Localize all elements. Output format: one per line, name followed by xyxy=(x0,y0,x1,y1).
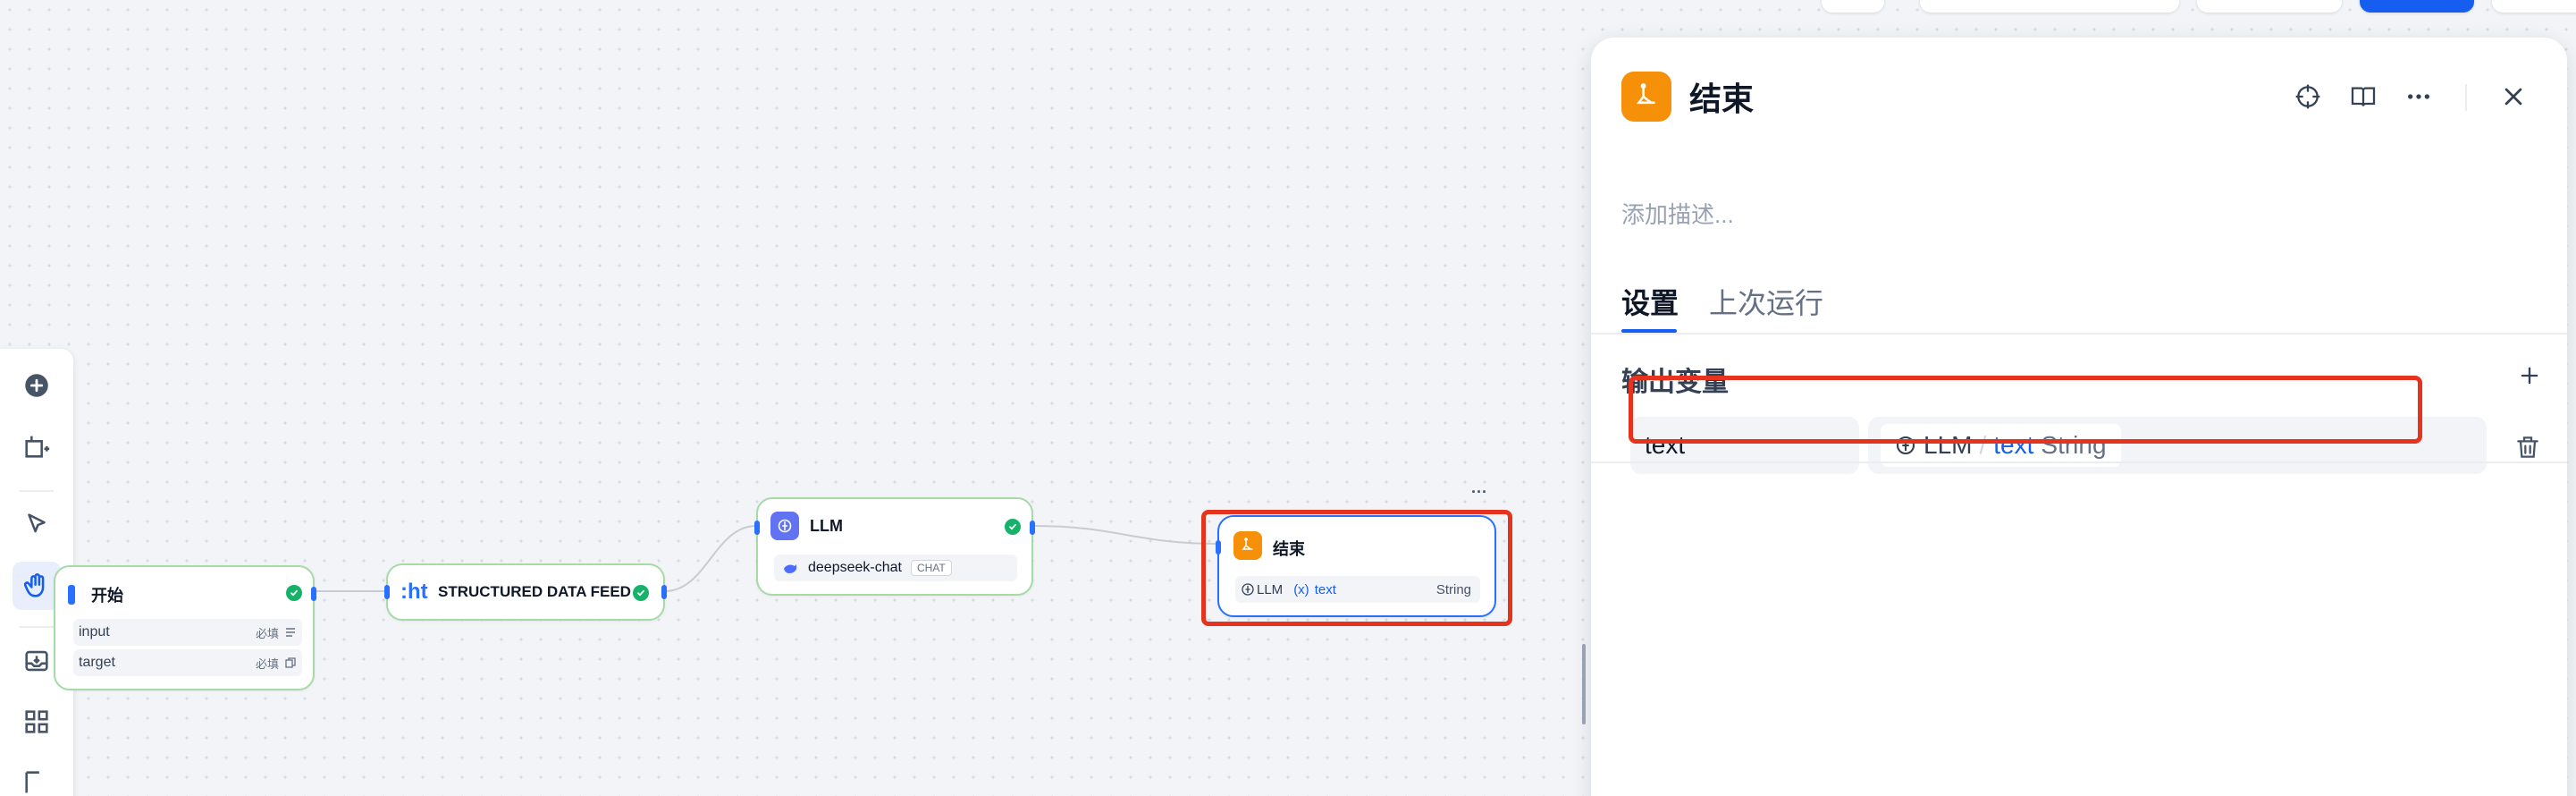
description-input[interactable]: 添加描述... xyxy=(1621,197,1734,230)
grid-icon xyxy=(25,710,48,733)
cursor-icon xyxy=(28,513,46,533)
add-node-button[interactable] xyxy=(13,361,61,410)
success-status-icon xyxy=(286,585,302,601)
organize-nodes-button[interactable] xyxy=(13,698,61,746)
docs-button[interactable] xyxy=(2344,77,2383,116)
minimap-button[interactable] xyxy=(13,758,61,796)
crosshair-icon xyxy=(2295,84,2320,109)
plus-icon xyxy=(2521,367,2538,385)
model-mode-badge: CHAT xyxy=(910,560,952,576)
edge-llm-end xyxy=(1032,525,1218,545)
tabs-divider xyxy=(1591,333,2567,334)
node-more-button[interactable]: ··· xyxy=(1471,483,1487,502)
variable-name: input xyxy=(79,624,110,639)
image-export-icon xyxy=(25,650,48,672)
start-variable-row: target 必填 xyxy=(73,649,302,676)
publish-button[interactable] xyxy=(2360,0,2474,13)
toolbar-divider xyxy=(2465,84,2467,111)
plus-circle-icon xyxy=(25,374,48,397)
add-note-button[interactable] xyxy=(13,422,61,470)
start-node-title: 开始 xyxy=(91,587,123,605)
toolbar-button[interactable] xyxy=(1920,0,2179,13)
text-lines-icon xyxy=(286,628,295,637)
feed-icon: :ht xyxy=(400,580,428,604)
palette-divider xyxy=(20,490,54,492)
panel-resize-handle[interactable] xyxy=(1582,644,1586,724)
panel-title: 结束 xyxy=(1689,80,1755,117)
toolbar-button[interactable] xyxy=(1822,0,1884,13)
llm-icon xyxy=(770,512,799,540)
required-label: 必填 xyxy=(255,656,279,671)
pointer-mode-button[interactable] xyxy=(13,501,61,549)
layout-icon xyxy=(25,771,39,793)
llm-node[interactable]: LLM deepseek-chat CHAT xyxy=(754,497,1035,596)
end-icon xyxy=(1621,72,1671,122)
palette-divider xyxy=(20,626,54,628)
edge-feed-llm xyxy=(664,525,757,592)
feed-node[interactable]: :ht STRUCTURED DATA FEED: xyxy=(384,563,667,621)
section-divider xyxy=(1591,462,2567,463)
llm-output-port[interactable] xyxy=(1030,521,1035,535)
model-row: deepseek-chat CHAT xyxy=(774,555,1017,581)
variable-name: target xyxy=(79,655,115,670)
output-variable-highlight xyxy=(1629,376,2422,444)
start-icon xyxy=(68,585,75,605)
close-icon xyxy=(2504,88,2522,106)
success-status-icon xyxy=(1005,519,1021,535)
success-status-icon xyxy=(633,585,649,601)
end-node-highlight xyxy=(1201,510,1512,626)
feed-node-title: STRUCTURED DATA FEED: xyxy=(438,583,631,600)
required-label: 必填 xyxy=(255,626,279,640)
note-add-icon xyxy=(25,436,50,458)
locate-node-button[interactable] xyxy=(2288,77,2328,116)
llm-input-port[interactable] xyxy=(754,521,760,535)
toolbar-button[interactable] xyxy=(2197,0,2342,13)
start-variable-row: input 必填 xyxy=(73,619,302,646)
copy-icon xyxy=(285,657,296,668)
hand-icon xyxy=(23,573,45,597)
start-output-port[interactable] xyxy=(311,587,316,601)
close-panel-button[interactable] xyxy=(2494,77,2533,116)
tab-settings[interactable]: 设置 xyxy=(1621,281,1679,322)
more-horizontal-icon xyxy=(2408,94,2429,99)
trash-icon xyxy=(2517,436,2538,458)
add-variable-button[interactable] xyxy=(2513,360,2546,392)
start-node[interactable]: 开始 input 必填 target 必填 xyxy=(54,565,316,690)
more-options-button[interactable] xyxy=(2399,77,2438,116)
llm-node-title: LLM xyxy=(810,517,843,535)
deepseek-whale-icon xyxy=(784,564,796,573)
tab-last-run[interactable]: 上次运行 xyxy=(1709,281,1823,322)
toolbar-button[interactable] xyxy=(2492,0,2576,13)
model-name: deepseek-chat xyxy=(808,560,902,575)
feed-input-port[interactable] xyxy=(384,585,390,599)
feed-output-port[interactable] xyxy=(661,585,667,599)
book-open-icon xyxy=(2351,87,2376,106)
